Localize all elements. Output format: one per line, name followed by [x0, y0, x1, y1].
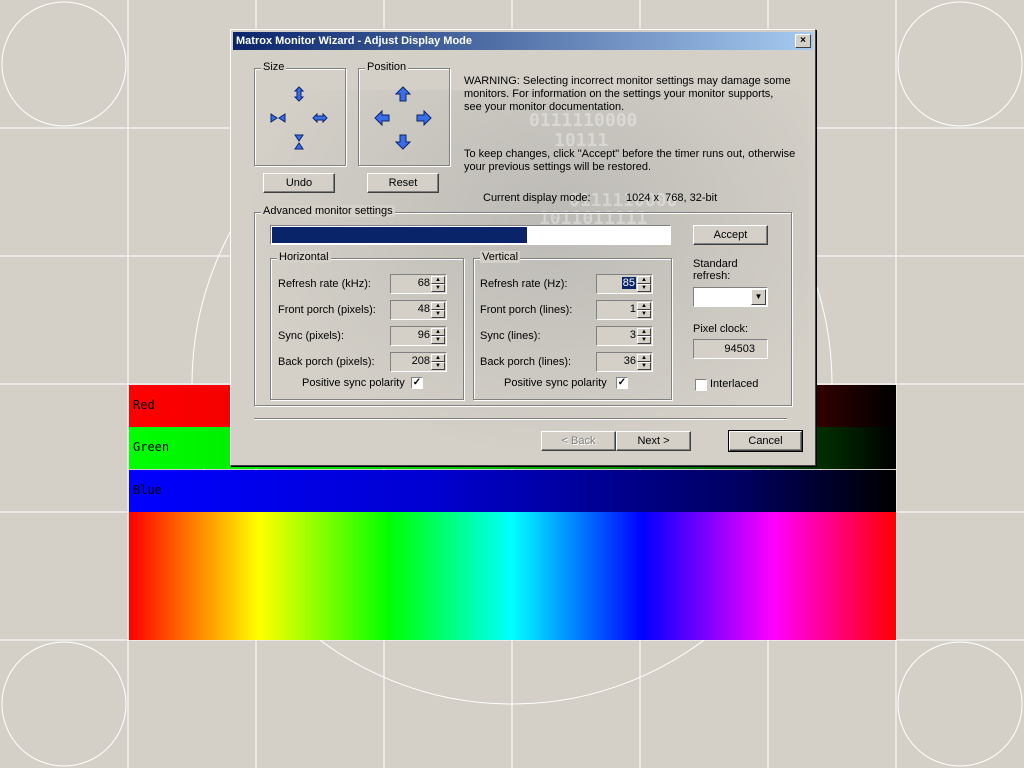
adjust-display-mode-dialog: Matrox Monitor Wizard - Adjust Display M…	[230, 29, 816, 466]
red-bar-label: Red	[133, 398, 155, 412]
blue-gradient-bar: Blue	[129, 470, 896, 512]
v-front-porch-spinner[interactable]: 1 ▲ ▼	[596, 300, 653, 320]
h-polarity-label: Positive sync polarity	[302, 377, 405, 389]
size-group: Size	[254, 61, 346, 166]
spin-up-icon[interactable]: ▲	[431, 302, 445, 310]
v-sync-spinner[interactable]: 3 ▲ ▼	[596, 326, 653, 346]
v-refresh-spinner[interactable]: 85 ▲ ▼	[596, 274, 653, 294]
green-bar-label: Green	[133, 440, 170, 454]
v-back-porch-value[interactable]: 36	[624, 355, 636, 367]
spin-down-icon[interactable]: ▼	[637, 284, 651, 292]
timer-progress-bar	[270, 225, 671, 245]
h-refresh-label: Refresh rate (kHz):	[278, 278, 371, 290]
v-polarity-checkbox[interactable]: ✓	[616, 377, 628, 389]
spin-up-icon[interactable]: ▲	[637, 276, 651, 284]
h-front-porch-label: Front porch (pixels):	[278, 304, 376, 316]
blue-bar-label: Blue	[133, 483, 162, 497]
timer-progress-fill	[272, 227, 528, 243]
spin-down-icon[interactable]: ▼	[431, 362, 445, 370]
h-refresh-spinner[interactable]: 68 ▲ ▼	[390, 274, 447, 294]
color-spectrum-bar	[129, 512, 896, 640]
h-back-porch-label: Back porch (pixels):	[278, 356, 375, 368]
arrow-up-icon[interactable]	[394, 85, 412, 103]
spin-up-icon[interactable]: ▲	[637, 302, 651, 310]
arrow-right-icon[interactable]	[415, 109, 433, 127]
dialog-titlebar[interactable]: Matrox Monitor Wizard - Adjust Display M…	[233, 32, 813, 50]
h-refresh-value[interactable]: 68	[418, 277, 430, 289]
spin-down-icon[interactable]: ▼	[431, 284, 445, 292]
back-button[interactable]: < Back	[541, 431, 616, 451]
arrow-down-icon[interactable]	[394, 133, 412, 151]
spin-up-icon[interactable]: ▲	[431, 354, 445, 362]
undo-button[interactable]: Undo	[263, 173, 335, 193]
spin-down-icon[interactable]: ▼	[431, 310, 445, 318]
size-increase-vertical-icon[interactable]	[290, 85, 308, 103]
spin-up-icon[interactable]: ▲	[431, 328, 445, 336]
pixel-clock-label: Pixel clock:	[693, 323, 749, 335]
standard-refresh-select[interactable]: ▼	[693, 287, 768, 307]
v-sync-value[interactable]: 3	[630, 329, 636, 341]
horizontal-group-label: Horizontal	[277, 251, 331, 263]
keep-changes-text: To keep changes, click "Accept" before t…	[464, 148, 796, 173]
dialog-title: Matrox Monitor Wizard - Adjust Display M…	[236, 35, 473, 47]
spin-up-icon[interactable]: ▲	[431, 276, 445, 284]
interlaced-label: Interlaced	[710, 378, 759, 390]
close-button[interactable]: ×	[795, 34, 811, 48]
h-front-porch-spinner[interactable]: 48 ▲ ▼	[390, 300, 447, 320]
size-decrease-vertical-icon[interactable]	[290, 133, 308, 151]
h-sync-label: Sync (pixels):	[278, 330, 345, 342]
next-button[interactable]: Next >	[616, 431, 691, 451]
warning-text: WARNING: Selecting incorrect monitor set…	[464, 75, 791, 113]
size-group-label: Size	[261, 61, 287, 73]
v-front-porch-value[interactable]: 1	[630, 303, 636, 315]
spin-down-icon[interactable]: ▼	[431, 336, 445, 344]
h-sync-spinner[interactable]: 96 ▲ ▼	[390, 326, 447, 346]
h-sync-value[interactable]: 96	[418, 329, 430, 341]
current-mode-label: Current display mode:	[483, 192, 591, 204]
h-back-porch-value[interactable]: 208	[412, 355, 430, 367]
v-sync-label: Sync (lines):	[480, 330, 541, 342]
position-group-label: Position	[365, 61, 409, 73]
reset-button[interactable]: Reset	[367, 173, 439, 193]
footer-separator	[254, 418, 787, 420]
h-back-porch-spinner[interactable]: 208 ▲ ▼	[390, 352, 447, 372]
spin-down-icon[interactable]: ▼	[637, 310, 651, 318]
size-decrease-horizontal-icon[interactable]	[269, 109, 287, 127]
interlaced-checkbox[interactable]	[695, 379, 707, 391]
v-refresh-label: Refresh rate (Hz):	[480, 278, 568, 290]
v-refresh-value[interactable]: 85	[621, 277, 636, 289]
h-polarity-checkbox[interactable]: ✓	[411, 377, 423, 389]
h-front-porch-value[interactable]: 48	[418, 303, 430, 315]
arrow-left-icon[interactable]	[373, 109, 391, 127]
v-back-porch-label: Back porch (lines):	[480, 356, 572, 368]
position-group: Position	[358, 61, 450, 166]
vertical-group-label: Vertical	[480, 251, 521, 263]
spin-down-icon[interactable]: ▼	[637, 362, 651, 370]
v-front-porch-label: Front porch (lines):	[480, 304, 573, 316]
current-mode-value: 1024 x 768, 32-bit	[626, 192, 718, 204]
spin-down-icon[interactable]: ▼	[637, 336, 651, 344]
pixel-clock-field: 94503	[693, 339, 768, 359]
standard-refresh-label: Standard refresh:	[693, 258, 738, 282]
size-increase-horizontal-icon[interactable]	[311, 109, 329, 127]
accept-button[interactable]: Accept	[693, 225, 768, 245]
spin-up-icon[interactable]: ▲	[637, 354, 651, 362]
cancel-button[interactable]: Cancel	[728, 430, 803, 452]
spin-up-icon[interactable]: ▲	[637, 328, 651, 336]
v-polarity-label: Positive sync polarity	[504, 377, 607, 389]
advanced-settings-label: Advanced monitor settings	[261, 205, 395, 217]
dropdown-arrow-icon[interactable]: ▼	[751, 289, 766, 305]
v-back-porch-spinner[interactable]: 36 ▲ ▼	[596, 352, 653, 372]
